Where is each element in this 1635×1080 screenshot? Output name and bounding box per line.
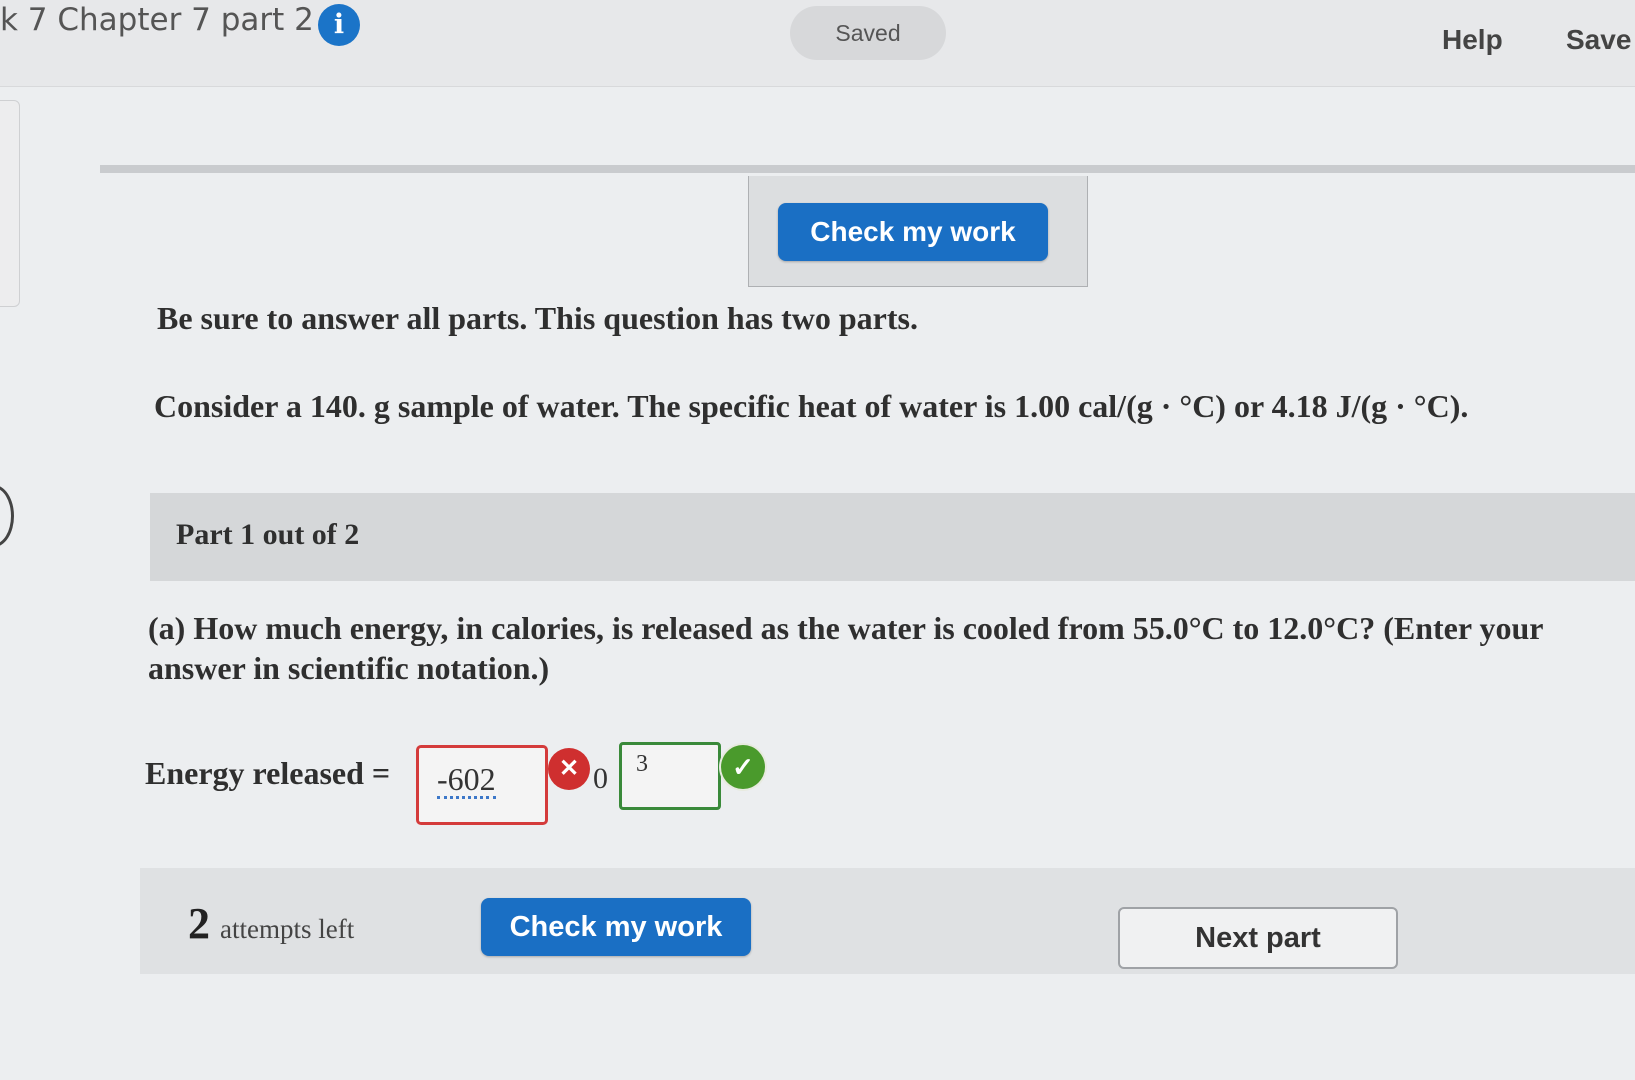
save-status-badge: Saved [790,6,946,60]
subquestion-text: (a) How much energy, in calories, is rel… [148,610,1543,686]
assignment-title: k 7 Chapter 7 part 2 [0,2,314,38]
exponent-value: 3 [636,751,648,777]
section-divider [100,165,1635,173]
attempts-label: attempts left [220,914,355,944]
help-link[interactable]: Help [1442,24,1503,56]
left-panel-edge [0,100,20,307]
info-icon[interactable]: i [318,4,360,46]
action-bar [140,868,1635,974]
question-problem: Consider a 140. g sample of water. The s… [154,388,1469,424]
part-label: Part 1 out of 2 [176,518,360,551]
save-link[interactable]: Save [1566,24,1631,56]
times-ten-fragment: 0 [593,762,608,795]
attempts-count: 2 [188,899,210,948]
attempts-remaining: 2 attempts left [188,898,354,949]
coefficient-input[interactable]: -602 [416,745,548,825]
next-part-button[interactable]: Next part [1118,907,1398,969]
correct-check-icon: ✓ [721,745,765,789]
top-header-bar: k 7 Chapter 7 part 2 i Saved Help Save [0,0,1635,87]
check-my-work-button[interactable]: Check my work [481,898,751,956]
answer-label: Energy released = [145,755,391,791]
part-header [150,493,1635,581]
incorrect-x-icon: ✕ [548,748,590,790]
coefficient-value: -602 [437,761,496,799]
question-instruction: Be sure to answer all parts. This questi… [157,300,918,336]
left-nav-arrow[interactable] [0,485,14,547]
check-my-work-button-top[interactable]: Check my work [778,203,1048,261]
exponent-input[interactable]: 3 [619,742,721,810]
